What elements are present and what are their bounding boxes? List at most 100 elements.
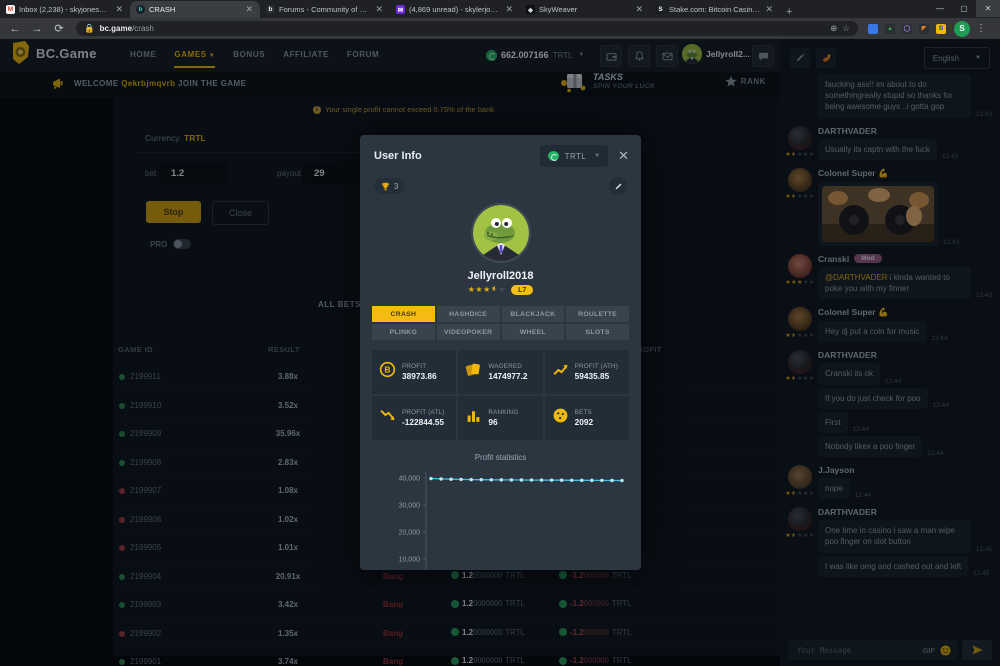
bookmark-star-icon[interactable]: ☆ [842,23,850,34]
browser-tab[interactable]: ◆ SkyWeaver ✕ [520,1,650,18]
nav-games[interactable]: GAMES▼ [174,50,215,59]
blue-ext-icon[interactable] [868,24,878,34]
browser-tab[interactable]: b CRASH ✕ [130,1,260,18]
game-tab-blackjack[interactable]: BLACKJACK [502,306,565,322]
browser-profile-avatar[interactable]: S [954,21,970,37]
browser-toolbar: ← → ⟳ 🔒 bc.game/crash ⊕ ☆ ▲ ◯ ◤ B S ⋮ [0,18,1000,39]
tab-close-icon[interactable]: ✕ [374,4,384,15]
bets-table-row[interactable]: 2199902 1.35x Bang 1.20000000TRTL -1.200… [113,619,779,648]
game-tab-crash[interactable]: CRASH [372,306,435,322]
new-tab-button[interactable]: + [786,6,792,18]
page-zoom-icon[interactable]: ⊕ [830,23,837,34]
maximize-button[interactable]: ▢ [952,0,976,17]
game-tab-hashdice[interactable]: HASHDICE [437,306,500,322]
chat-avatar[interactable] [788,307,812,331]
tab-close-icon[interactable]: ✕ [504,4,514,15]
minimize-button[interactable]: — [928,0,952,17]
send-button[interactable] [962,640,992,660]
game-tab-slots[interactable]: SLOTS [566,324,629,340]
wallet-button[interactable] [600,45,622,67]
stat-cards: BPROFIT38973.86WAGERED1474977.2PROFIT (A… [372,350,629,440]
tab-close-icon[interactable]: ✕ [634,4,644,15]
payout-input[interactable]: 29 [302,162,362,184]
coin-rain-button[interactable] [816,48,836,68]
stat-value: 1474977.2 [488,371,527,381]
chat-avatar[interactable] [788,254,812,278]
chat-username[interactable]: Cranski [818,254,849,264]
modal-close-icon[interactable]: ✕ [618,148,629,164]
mention-link[interactable]: @DARTHVADER [825,273,888,282]
chat-username[interactable]: J.Jayson [818,465,854,475]
bet-input[interactable]: 1.2 [159,162,227,184]
kittens-dj-photo[interactable] [822,186,934,242]
chat-message-group: ★★★★★★DARTHVADERUsually its captn with t… [788,126,992,160]
tab-close-icon[interactable]: ✕ [764,4,774,15]
chat-username[interactable]: DARTHVADER [818,126,877,136]
message-timestamp: 12:43 [976,292,992,299]
chat-username[interactable]: DARTHVADER [818,507,877,517]
forward-icon[interactable]: → [26,23,48,35]
mod-badge: Mod [854,254,881,263]
nav-forum[interactable]: FORUM [347,50,379,59]
profile-menu[interactable]: Jellyroll2... ▼ [682,44,762,64]
chat-username[interactable]: DARTHVADER [818,350,877,360]
chat-username[interactable]: Colonel Super 💪 [818,168,889,179]
bets-table-row[interactable]: 2199901 3.74x Bang 1.20000000TRTL -1.200… [113,647,779,666]
browser-tab[interactable]: M Inbox (2,238) - skyjones84@gm ✕ [0,1,130,18]
chat-avatar[interactable] [788,350,812,374]
nav-home[interactable]: HOME [130,50,156,59]
bang-status: Bang [383,600,403,609]
message-input[interactable] [795,645,918,656]
browser-menu-icon[interactable]: ⋮ [976,23,986,34]
notifications-button[interactable] [628,45,650,67]
chat-avatar[interactable] [788,465,812,489]
browser-tab[interactable]: ✉ (4,869 unread) - skylerjones84@ ✕ [390,1,520,18]
purple-ext-icon[interactable]: ◯ [902,24,912,34]
divider [138,152,378,153]
game-tab-videopoker[interactable]: VIDEOPOKER [437,324,500,340]
edit-profile-button[interactable] [609,177,627,195]
chart-title: Profit statistics [360,453,641,462]
balance-selector[interactable]: 662.007166 TRTL ▼ [486,45,584,65]
language-selector[interactable]: English ▼ [924,47,990,69]
back-icon[interactable]: ← [4,23,26,35]
refresh-icon[interactable]: ⟳ [48,22,70,35]
game-tab-plinko[interactable]: PLINKO [372,324,435,340]
messages-button[interactable] [656,45,678,67]
bsk-ext-icon[interactable]: B [936,24,946,34]
browser-tab[interactable]: b Forums - Community of BC.Gam ✕ [260,1,390,18]
svg-text:20,000: 20,000 [399,530,421,537]
nav-bonus[interactable]: BONUS [233,50,265,59]
tab-all-bets[interactable]: ALL BETS [318,300,361,309]
bcgame-logo[interactable]: BC.Game [10,41,97,65]
drive-ext-icon[interactable]: ▲ [885,24,895,34]
chat-toggle-button[interactable] [752,45,774,67]
tab-close-icon[interactable]: ✕ [244,4,254,15]
game-tab-roulette[interactable]: ROULETTE [566,306,629,322]
tab-close-icon[interactable]: ✕ [114,4,124,15]
trophy-badge[interactable]: 3 [374,178,405,194]
modal-currency-selector[interactable]: TRTL ▼ [540,145,608,167]
tasks-banner[interactable]: TASKS SPIN YOUR LUCK [560,70,655,93]
chat-avatar[interactable] [788,126,812,150]
game-tab-wheel[interactable]: WHEEL [502,324,565,340]
nav-affiliate[interactable]: AFFILIATE [283,50,329,59]
stop-button[interactable]: Stop [146,201,201,223]
close-window-button[interactable]: ✕ [976,0,1000,17]
chat-username[interactable]: Colonel Super 💪 [818,307,889,318]
address-bar[interactable]: 🔒 bc.game/crash ⊕ ☆ [76,21,858,36]
close-bet-button[interactable]: Close [212,201,269,225]
gif-button[interactable]: GIF [923,646,936,655]
bets-table-row[interactable]: 2199903 3.42x Bang 1.20000000TRTL -1.200… [113,590,779,619]
browser-tab[interactable]: S Stake.com: Bitcoin Casino & Spo ✕ [650,1,780,18]
pro-toggle[interactable] [173,239,191,249]
message-field-wrap[interactable]: GIF [788,640,958,660]
currency-value[interactable]: TRTL [184,133,206,143]
fox-ext-icon[interactable]: ◤ [919,24,929,34]
rank-link[interactable]: RANK [725,76,766,87]
chat-avatar[interactable] [788,168,812,192]
welcome-message: WELCOME Qekrbjmqvrb JOIN THE GAME [74,79,246,88]
chat-rules-button[interactable] [790,48,810,68]
emoji-icon[interactable] [940,645,951,656]
chat-avatar[interactable] [788,507,812,531]
